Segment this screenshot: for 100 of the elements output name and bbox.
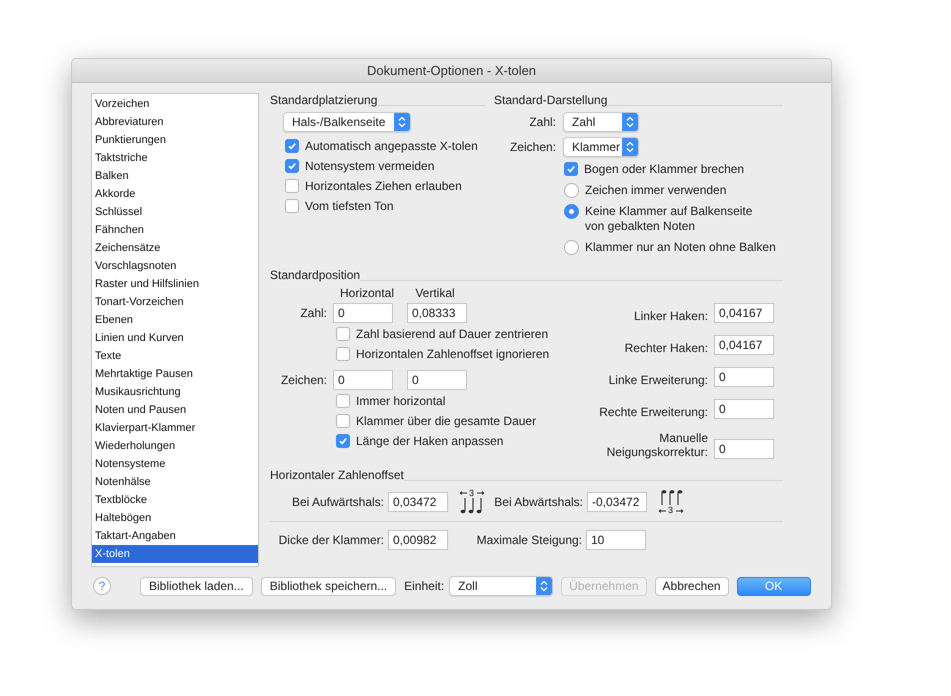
- input-field[interactable]: 0,04167: [714, 303, 774, 323]
- library-button[interactable]: Bibliothek laden...: [140, 576, 253, 596]
- sidebar-item[interactable]: Texte: [92, 347, 258, 365]
- tuplet-notes-icon: [658, 489, 684, 515]
- checkbox[interactable]: [285, 159, 299, 173]
- checkbox[interactable]: [336, 434, 350, 448]
- checkmark-icon: [566, 164, 576, 174]
- tuplet-number: 3: [668, 506, 674, 515]
- chevron-updown-icon: [536, 577, 552, 595]
- column-header: Vertikal: [414, 286, 456, 300]
- section-title: Standard-Darstellung: [494, 93, 608, 107]
- popup-button[interactable]: Zoll: [449, 576, 554, 596]
- option-label: Keine Klammer auf Balkenseite von gebalkten Noten: [585, 204, 752, 234]
- popup-button[interactable]: Klammer: [563, 137, 639, 157]
- checkbox-label: Automatisch angepasste X-tolen: [305, 138, 478, 155]
- input-field[interactable]: -0,03472: [587, 492, 647, 512]
- checkbox[interactable]: [336, 327, 350, 341]
- input-field[interactable]: 0: [407, 370, 467, 390]
- option-label: Bogen oder Klammer brechen: [584, 162, 744, 177]
- sidebar-item[interactable]: Schlüssel: [92, 203, 258, 221]
- sidebar-item[interactable]: Ebenen: [92, 311, 258, 329]
- input-field[interactable]: 0: [714, 439, 774, 459]
- library-button[interactable]: Bibliothek speichern...: [260, 576, 396, 596]
- field-label: Linker Haken:: [632, 309, 708, 323]
- sidebar-item[interactable]: Haltebögen: [92, 509, 258, 527]
- field-label: Rechter Haken:: [624, 341, 708, 355]
- chevron-updown-icon: [622, 138, 638, 156]
- popup-button[interactable]: Zahl: [563, 112, 639, 132]
- tuplet-notes-icon: [459, 489, 485, 515]
- sidebar-item[interactable]: Abbreviaturen: [92, 113, 258, 131]
- checkbox[interactable]: [336, 347, 350, 361]
- field-label: Zeichen:: [508, 140, 556, 154]
- sidebar-item[interactable]: Taktart-Angaben: [92, 527, 258, 545]
- checkbox[interactable]: [336, 414, 350, 428]
- checkbox-label: Länge der Haken anpassen: [356, 433, 504, 450]
- sidebar-item[interactable]: Akkorde: [92, 185, 258, 203]
- checkbox-label: Klammer über die gesamte Dauer: [356, 413, 536, 430]
- field-label: Manuelle Neigungskorrektur:: [606, 431, 708, 459]
- window-title: Dokument-Optionen - X-tolen: [366, 62, 536, 80]
- checkbox[interactable]: [564, 162, 578, 176]
- checkbox-label: Notensystem vermeiden: [305, 158, 434, 175]
- chevron-updown-icon: [622, 113, 638, 131]
- sidebar-item[interactable]: Linien und Kurven: [92, 329, 258, 347]
- tuplet-number: 3: [469, 489, 474, 498]
- field-label: Zahl:: [299, 306, 327, 320]
- sidebar-item[interactable]: Tonart-Vorzeichen: [92, 293, 258, 311]
- sidebar-item[interactable]: Musikausrichtung: [92, 383, 258, 401]
- input-field[interactable]: 0: [714, 367, 774, 387]
- sidebar-item[interactable]: Balken: [92, 167, 258, 185]
- sidebar-item[interactable]: Vorschlagsnoten: [92, 257, 258, 275]
- sidebar-item[interactable]: Klavierpart-Klammer: [92, 419, 258, 437]
- chevron-updown-icon: [394, 113, 410, 131]
- radio-button[interactable]: [564, 240, 579, 255]
- checkbox-label: Zahl basierend auf Dauer zentrieren: [356, 326, 548, 343]
- sidebar-item[interactable]: Textblöcke: [92, 491, 258, 509]
- radio-button[interactable]: [564, 204, 579, 219]
- checkbox[interactable]: [285, 179, 299, 193]
- field-label: Rechte Erweiterung:: [598, 405, 708, 419]
- input-field[interactable]: 0,03472: [388, 492, 448, 512]
- option-label: Zeichen immer verwenden: [585, 183, 726, 198]
- sidebar-item[interactable]: Taktstriche: [92, 149, 258, 167]
- section-title: Horizontaler Zahlenoffset: [270, 468, 404, 482]
- checkbox[interactable]: [336, 394, 350, 408]
- input-field[interactable]: 0,08333: [407, 303, 467, 323]
- section-title: Standardposition: [270, 268, 360, 282]
- input-field[interactable]: 0,00982: [388, 530, 448, 550]
- input-field[interactable]: 10: [586, 530, 646, 550]
- sidebar-item[interactable]: Wiederholungen: [92, 437, 258, 455]
- section-title: Standardplatzierung: [270, 93, 378, 107]
- field-label: Zeichen:: [280, 373, 327, 387]
- checkbox[interactable]: [285, 199, 299, 213]
- input-field[interactable]: 0,04167: [714, 335, 774, 355]
- field-label: Dicke der Klammer:: [278, 533, 384, 547]
- sidebar-item[interactable]: Fähnchen: [92, 221, 258, 239]
- field-label: Bei Aufwärtshals:: [290, 495, 384, 509]
- field-label: Bei Abwärtshals:: [493, 495, 583, 509]
- sidebar-item[interactable]: Notensysteme: [92, 455, 258, 473]
- sidebar-item[interactable]: Notenhälse: [92, 473, 258, 491]
- radio-button[interactable]: [564, 183, 579, 198]
- sidebar-item[interactable]: Noten und Pausen: [92, 401, 258, 419]
- input-field[interactable]: 0: [333, 303, 393, 323]
- unit-label: Einheit:: [404, 578, 444, 595]
- sidebar-item[interactable]: Vorzeichen: [92, 95, 258, 113]
- checkbox-label: Horizontalen Zahlenoffset ignorieren: [356, 346, 550, 363]
- dialog-button[interactable]: Abbrechen: [654, 576, 729, 596]
- input-field[interactable]: 0: [333, 370, 393, 390]
- checkbox-label: Immer horizontal: [356, 393, 446, 410]
- field-label: Zahl:: [528, 115, 556, 129]
- sidebar-item[interactable]: X-tolen: [92, 545, 258, 563]
- sidebar-item[interactable]: Raster und Hilfslinien: [92, 275, 258, 293]
- sidebar-item[interactable]: Punktierungen: [92, 131, 258, 149]
- field-label: Maximale Steigung:: [476, 533, 582, 547]
- checkbox[interactable]: [285, 139, 299, 153]
- sidebar-item[interactable]: Zeichensätze: [92, 239, 258, 257]
- sidebar-item[interactable]: Mehrtaktige Pausen: [92, 365, 258, 383]
- option-label: Klammer nur an Noten ohne Balken: [585, 240, 776, 255]
- checkmark-icon: [338, 436, 348, 446]
- field-label: Linke Erweiterung:: [608, 373, 708, 387]
- popup-button[interactable]: Hals-/Balkenseite: [283, 112, 411, 132]
- input-field[interactable]: 0: [714, 399, 774, 419]
